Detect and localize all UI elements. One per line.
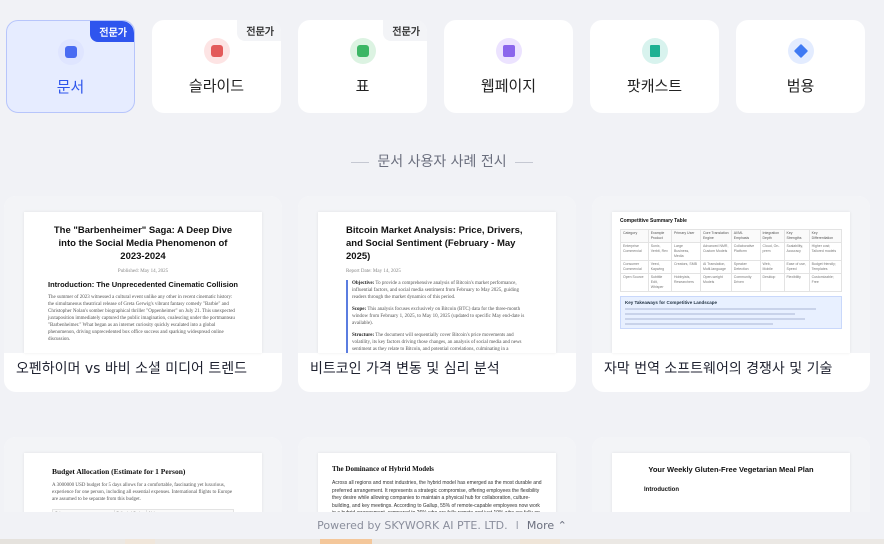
type-card-label: 문서 bbox=[56, 78, 85, 96]
presentation-icon bbox=[203, 38, 230, 64]
title-divider-left bbox=[351, 161, 370, 163]
document-icon bbox=[57, 39, 84, 65]
type-card-label: 범용 bbox=[786, 77, 815, 95]
type-card-slide[interactable]: 전문가 슬라이드 bbox=[152, 20, 281, 113]
document-thumbnail: Bitcoin Market Analysis: Price, Drivers,… bbox=[318, 212, 556, 353]
doc-type-selector: 전문가 문서 전문가 슬라이드 전문가 표 웹페이지 팟캐스트 범용 bbox=[0, 0, 884, 120]
document-thumbnail: Competitive Summary Table Category Exampl… bbox=[612, 212, 850, 353]
expert-badge: 전문가 bbox=[237, 20, 281, 41]
card-preview: Bitcoin Market Analysis: Price, Drivers,… bbox=[298, 196, 576, 353]
showcase-card[interactable]: Competitive Summary Table Category Exampl… bbox=[592, 196, 870, 392]
more-link[interactable]: More ⌃ bbox=[527, 519, 567, 532]
takeaways-box: Key Takeaways for Competitive Landscape bbox=[620, 296, 842, 329]
footer-separator: I bbox=[515, 519, 519, 532]
type-card-general[interactable]: 범용 bbox=[736, 20, 865, 113]
showcase-card[interactable]: Bitcoin Market Analysis: Price, Drivers,… bbox=[298, 196, 576, 392]
competitor-table: Category Example Product Primary User Core … bbox=[620, 229, 843, 292]
title-divider-right bbox=[514, 161, 533, 163]
type-card-label: 슬라이드 bbox=[188, 77, 245, 95]
expert-badge: 전문가 bbox=[90, 21, 134, 42]
type-card-web[interactable]: 웹페이지 bbox=[444, 20, 573, 113]
showcase-section-title: 문서 사용자 사례 전시 bbox=[0, 151, 884, 171]
card-caption: 비트코인 가격 변동 및 심리 분석 bbox=[310, 361, 500, 377]
type-card-label: 표 bbox=[355, 77, 370, 95]
chevron-up-icon: ⌃ bbox=[557, 519, 567, 532]
type-card-doc[interactable]: 전문가 문서 bbox=[6, 20, 135, 113]
type-card-label: 팟캐스트 bbox=[626, 77, 683, 95]
type-card-label: 웹페이지 bbox=[480, 77, 537, 95]
expert-badge: 전문가 bbox=[383, 20, 427, 41]
showcase-card[interactable]: The "Barbenheimer" Saga: A Deep Dive int… bbox=[4, 196, 282, 392]
podcast-icon bbox=[641, 38, 668, 64]
sparkle-icon bbox=[787, 38, 814, 64]
footer: Powered by SKYWORK AI PTE. LTD. I More ⌃ bbox=[0, 512, 884, 539]
type-card-podcast[interactable]: 팟캐스트 bbox=[590, 20, 719, 113]
webpage-icon bbox=[495, 38, 522, 64]
powered-by-text: Powered by SKYWORK AI PTE. LTD. bbox=[317, 519, 508, 532]
table-icon bbox=[349, 38, 376, 64]
document-thumbnail: The "Barbenheimer" Saga: A Deep Dive int… bbox=[24, 212, 262, 353]
card-caption: 자막 번역 소프트웨어의 경쟁사 및 기술 bbox=[604, 361, 833, 377]
bottom-strip bbox=[0, 539, 884, 544]
card-preview: Competitive Summary Table Category Exampl… bbox=[592, 196, 870, 353]
card-caption: 오펜하이머 vs 바비 소셜 미디어 트렌드 bbox=[16, 361, 248, 377]
summary-box: Objective: To provide a comprehensive an… bbox=[346, 280, 528, 353]
card-preview: The "Barbenheimer" Saga: A Deep Dive int… bbox=[4, 196, 282, 353]
type-card-table[interactable]: 전문가 표 bbox=[298, 20, 427, 113]
